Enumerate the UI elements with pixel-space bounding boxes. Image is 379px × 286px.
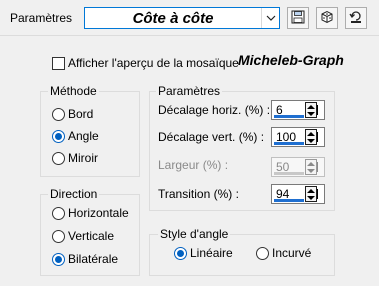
save-icon <box>291 10 305 27</box>
method-radio-angle[interactable] <box>52 130 65 143</box>
method-group-title: Méthode <box>48 84 99 98</box>
width-slider-bar <box>274 172 304 175</box>
transition-label: Transition (%) : <box>158 187 239 201</box>
offset-v-stepper[interactable] <box>305 129 317 145</box>
direction-label-verticale: Verticale <box>68 229 115 243</box>
preset-dropdown[interactable]: Côte à côte <box>84 7 280 29</box>
presets-label: Paramètres <box>10 11 73 25</box>
offset-h-stepper[interactable] <box>305 102 317 118</box>
method-radio-bord[interactable] <box>52 108 65 121</box>
corner-radio-lineaire[interactable] <box>174 247 187 260</box>
direction-radio-verticale[interactable] <box>52 230 65 243</box>
reset-icon <box>349 10 363 27</box>
offset-h-label: Décalage horiz. (%) : <box>158 103 271 117</box>
show-preview-checkbox[interactable] <box>52 57 65 70</box>
width-label: Largeur (%) : <box>158 158 229 172</box>
direction-radio-horizontale[interactable] <box>52 207 65 220</box>
brand-text: Micheleb-Graph <box>238 52 344 68</box>
corner-label-incurve: Incurvé <box>272 246 312 260</box>
reset-button[interactable] <box>345 7 367 29</box>
randomize-button[interactable] <box>316 7 338 29</box>
direction-group-title: Direction <box>48 187 100 201</box>
method-label-bord: Bord <box>68 107 94 121</box>
transition-spinbox[interactable]: 94 <box>271 184 325 204</box>
offset-v-spinbox[interactable]: 100 <box>271 127 325 147</box>
corner-label-lineaire: Linéaire <box>190 246 233 260</box>
offset-h-dropdown-icon[interactable] <box>317 105 323 115</box>
offset-h-spinbox[interactable]: 6 <box>271 100 325 120</box>
direction-label-bilaterale: Bilatérale <box>68 252 119 266</box>
corner-style-group-title: Style d'angle <box>158 227 231 241</box>
transition-dropdown-icon[interactable] <box>317 189 323 199</box>
width-dropdown-icon <box>317 162 323 172</box>
width-stepper <box>305 159 317 175</box>
dice-icon <box>320 10 334 27</box>
chevron-down-icon[interactable] <box>261 8 279 28</box>
show-preview-label: Afficher l'aperçu de la mosaïque <box>68 56 239 70</box>
method-label-angle: Angle <box>68 129 99 143</box>
header-separator <box>0 35 379 36</box>
offset-v-dropdown-icon[interactable] <box>317 132 323 142</box>
width-spinbox: 50 <box>271 157 325 177</box>
preset-value: Côte à côte <box>132 10 214 27</box>
corner-radio-incurve[interactable] <box>256 247 269 260</box>
direction-radio-bilaterale[interactable] <box>52 253 65 266</box>
transition-slider-bar <box>274 199 304 202</box>
method-label-miroir: Miroir <box>68 151 98 165</box>
save-preset-button[interactable] <box>287 7 309 29</box>
offset-v-slider-bar <box>274 142 304 145</box>
transition-stepper[interactable] <box>305 186 317 202</box>
offset-h-slider-bar <box>274 115 304 118</box>
offset-v-label: Décalage vert. (%) : <box>158 130 265 144</box>
method-radio-miroir[interactable] <box>52 152 65 165</box>
direction-label-horizontale: Horizontale <box>68 206 129 220</box>
params-group-title: Paramètres <box>156 84 223 98</box>
